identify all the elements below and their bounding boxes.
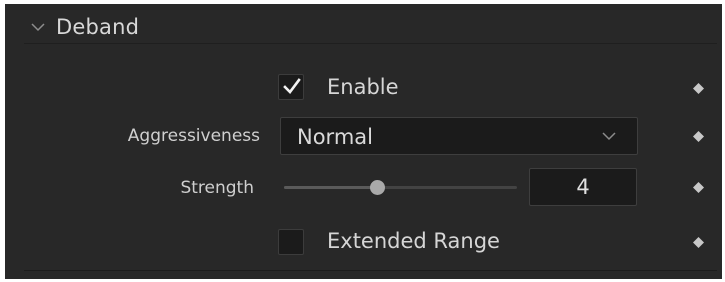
checkmark-icon xyxy=(283,78,301,94)
aggressiveness-selected-value: Normal xyxy=(297,125,373,149)
section-title: Deband xyxy=(56,15,140,39)
extended-range-label[interactable]: Extended Range xyxy=(327,229,500,253)
strength-slider[interactable] xyxy=(284,180,517,195)
keyframe-diamond-icon[interactable] xyxy=(693,237,704,248)
keyframe-diamond-icon[interactable] xyxy=(693,182,704,193)
aggressiveness-label: Aggressiveness xyxy=(127,126,260,146)
chevron-down-icon[interactable] xyxy=(29,18,47,36)
section-header-deband[interactable]: Deband xyxy=(29,12,139,42)
keyframe-diamond-icon[interactable] xyxy=(693,131,704,142)
aggressiveness-dropdown[interactable]: Normal xyxy=(280,117,638,155)
chevron-down-icon xyxy=(602,132,616,141)
extended-range-checkbox[interactable] xyxy=(278,229,304,255)
keyframe-diamond-icon[interactable] xyxy=(693,83,704,94)
strength-value-field[interactable]: 4 xyxy=(529,168,637,206)
header-divider xyxy=(24,43,717,44)
strength-label: Strength xyxy=(180,178,254,198)
strength-slider-fill xyxy=(284,186,378,189)
enable-label[interactable]: Enable xyxy=(327,75,399,99)
enable-checkbox[interactable] xyxy=(278,74,304,100)
bottom-divider xyxy=(24,270,717,271)
